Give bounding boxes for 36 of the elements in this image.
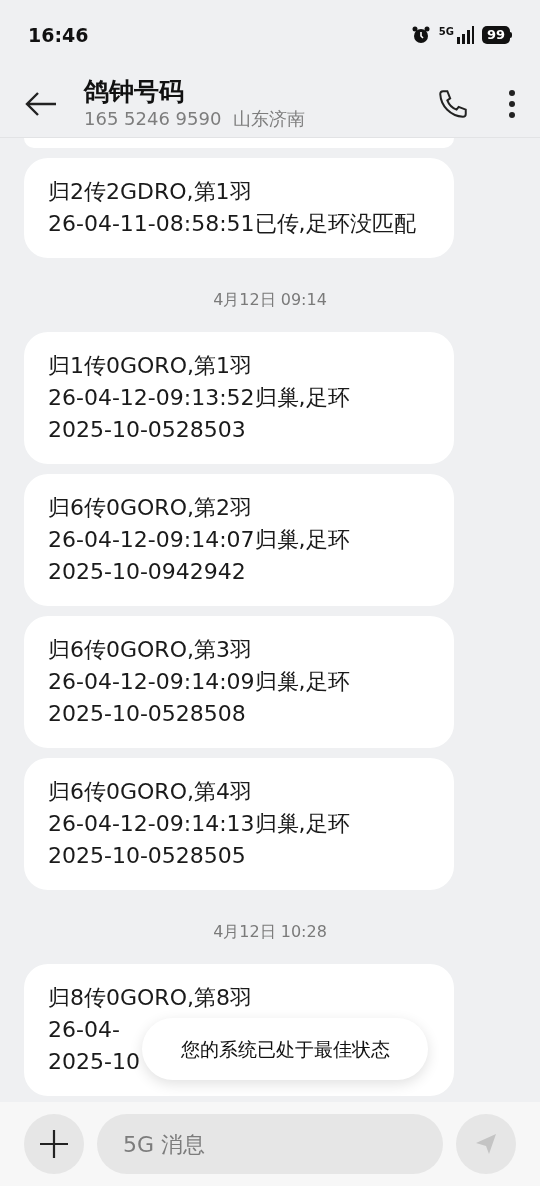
message-text: 归1传0GORO,第1羽 (48, 352, 252, 380)
message-text: 26-04-12-09:14:09归巢,足环 (48, 668, 350, 696)
message-text: 归6传0GORO,第4羽 (48, 778, 252, 806)
message-text: 26-04-11-08:58:51已传,足环没匹配 (48, 210, 416, 238)
date-label: 4月12日 09:14 (213, 290, 327, 310)
message-bubble[interactable]: 归6传0GORO,第4羽 26-04-12-09:14:13归巢,足环 2025-10-0528505 (24, 758, 454, 890)
toast: 您的系统已处于最佳状态 (142, 1018, 428, 1080)
message-text: 2025-10 (48, 1048, 140, 1076)
message-text: 2025-10-0942942 (48, 558, 246, 586)
message-text: 26-04- (48, 1016, 120, 1044)
message-text: 26-04-12-09:13:52归巢,足环 (48, 384, 350, 412)
plus-icon (39, 1129, 69, 1159)
date-label: 4月12日 10:28 (213, 922, 327, 942)
back-icon[interactable] (24, 89, 58, 118)
message-text: 归2传2GDRO,第1羽 (48, 178, 252, 206)
message-bubble[interactable]: 归6传0GORO,第2羽 26-04-12-09:14:07归巢,足环 2025-10-0942942 (24, 474, 454, 606)
contact-number: 165 5246 9590 山东济南 (84, 106, 306, 131)
message-text: 2025-10-0528508 (48, 700, 246, 728)
message-text: 2025-10-0528503 (48, 416, 246, 444)
message-text: 2025-10-0528505 (48, 842, 246, 870)
message-bubble[interactable]: 归2传2GDRO,第1羽 26-04-11-08:58:51已传,足环没匹配 (24, 158, 454, 258)
alarm-icon (410, 25, 431, 45)
message-text: 归8传0GORO,第8羽 (48, 984, 252, 1012)
message-text: 归6传0GORO,第2羽 (48, 494, 252, 522)
network-label: 5G (438, 27, 454, 37)
more-icon[interactable] (508, 88, 516, 119)
contact-name: 鸽钟号码 (84, 76, 185, 107)
message-input[interactable]: 5G 消息 (97, 1114, 443, 1174)
status-time: 16:46 (28, 22, 89, 48)
battery-indicator: 99 (481, 26, 512, 44)
message-bubble[interactable]: 归1传0GORO,第1羽 26-04-12-09:13:52归巢,足环 2025-10-0528503 (24, 332, 454, 464)
message-bubble[interactable]: 归6传0GORO,第3羽 26-04-12-09:14:09归巢,足环 2025-10-0528508 (24, 616, 454, 748)
message-text: 归6传0GORO,第3羽 (48, 636, 252, 664)
signal-icon (455, 26, 474, 44)
message-text: 26-04-12-09:14:13归巢,足环 (48, 810, 350, 838)
message-text: 26-04-12-09:14:07归巢,足环 (48, 526, 350, 554)
